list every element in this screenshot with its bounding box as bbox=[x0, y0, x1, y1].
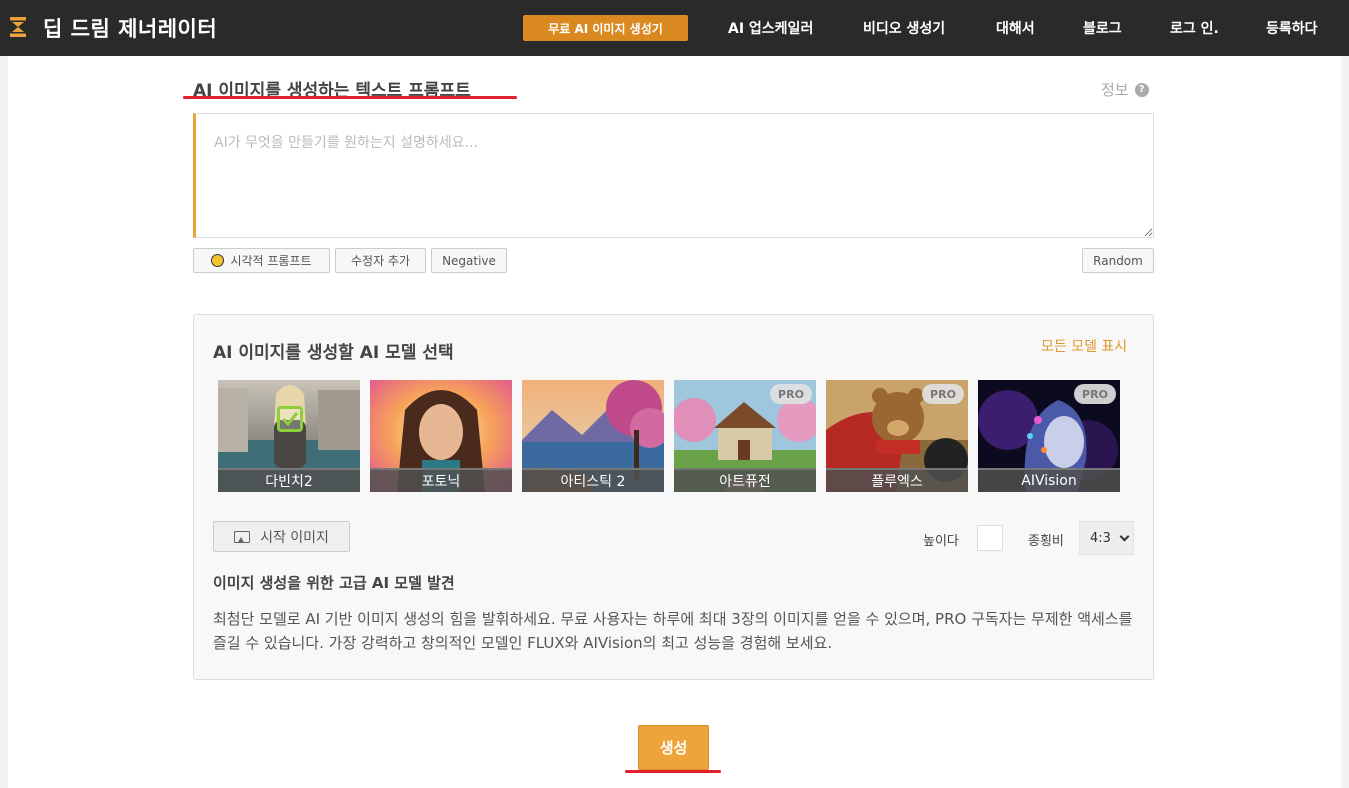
model-name: 플루엑스 bbox=[826, 468, 968, 492]
top-nav-bar: 딥 드림 제너레이터 무료 AI 이미지 생성기 AI 업스케일러 비디오 생성… bbox=[0, 0, 1349, 56]
generate-button[interactable]: 생성 bbox=[638, 725, 709, 770]
height-label: 높이다 bbox=[923, 534, 959, 549]
model-card-flux[interactable]: PRO 플루엑스 bbox=[826, 380, 968, 492]
model-card-davinci2[interactable]: 다빈치2 bbox=[218, 380, 360, 492]
model-card-artfusion[interactable]: PRO 아트퓨전 bbox=[674, 380, 816, 492]
random-prompt-button[interactable]: Random bbox=[1082, 248, 1154, 273]
model-name: AIVision bbox=[978, 468, 1120, 492]
model-name: 아트퓨전 bbox=[674, 468, 816, 492]
prompt-input[interactable] bbox=[193, 113, 1154, 238]
pro-badge: PRO bbox=[770, 384, 812, 404]
model-card-artistic2[interactable]: 아티스틱 2 bbox=[522, 380, 664, 492]
add-modifier-button[interactable]: 수정자 추가 bbox=[335, 248, 426, 273]
nav-video-generator[interactable]: 비디오 생성기 bbox=[863, 18, 945, 38]
image-icon bbox=[234, 530, 251, 543]
model-name: 다빈치2 bbox=[218, 468, 360, 492]
model-selection-title: AI 이미지를 생성할 AI 모델 선택 bbox=[213, 343, 454, 363]
nav-about[interactable]: 대해서 bbox=[996, 18, 1035, 38]
aspect-ratio-value: 4:3 bbox=[1090, 530, 1111, 546]
visual-prompt-button[interactable]: 시각적 프롬프트 bbox=[193, 248, 330, 273]
start-image-label: 시작 이미지 bbox=[260, 529, 329, 546]
pro-badge: PRO bbox=[1074, 384, 1116, 404]
info-label: 정보 bbox=[1101, 81, 1129, 99]
model-name: 포토닉 bbox=[370, 468, 512, 492]
advanced-models-description: 최첨단 모델로 AI 기반 이미지 생성의 힘을 발휘하세요. 무료 사용자는 … bbox=[213, 610, 1133, 652]
negative-prompt-button[interactable]: Negative bbox=[431, 248, 507, 273]
logo-icon[interactable] bbox=[10, 17, 26, 37]
button-underline-annotation bbox=[625, 770, 721, 773]
visual-prompt-label: 시각적 프롬프트 bbox=[230, 254, 312, 268]
question-circle-icon: ? bbox=[1134, 82, 1149, 97]
advanced-models-title: 이미지 생성을 위한 고급 AI 모델 발견 bbox=[213, 574, 455, 592]
nav-ai-upscaler[interactable]: AI 업스케일러 bbox=[728, 18, 813, 38]
brand-name[interactable]: 딥 드림 제너레이터 bbox=[43, 13, 217, 43]
model-card-aivision[interactable]: PRO AIVision bbox=[978, 380, 1120, 492]
start-image-button[interactable]: 시작 이미지 bbox=[213, 521, 350, 552]
free-ai-image-generator-button[interactable]: 무료 AI 이미지 생성기 bbox=[523, 15, 688, 41]
model-name: 아티스틱 2 bbox=[522, 468, 664, 492]
model-card-photonic[interactable]: 포토닉 bbox=[370, 380, 512, 492]
title-underline-annotation bbox=[183, 96, 517, 99]
nav-blog[interactable]: 블로그 bbox=[1083, 18, 1122, 38]
height-checkbox[interactable] bbox=[977, 525, 1003, 551]
pro-badge: PRO bbox=[922, 384, 964, 404]
show-all-models-link[interactable]: 모든 모델 표시 bbox=[1041, 336, 1127, 356]
lightbulb-icon bbox=[211, 254, 225, 267]
selected-check-icon bbox=[277, 406, 303, 432]
nav-login[interactable]: 로그 인. bbox=[1170, 18, 1219, 38]
nav-register[interactable]: 등록하다 bbox=[1266, 18, 1318, 38]
aspect-ratio-select[interactable]: 4:3 bbox=[1079, 521, 1134, 555]
chevron-down-icon bbox=[1119, 531, 1130, 541]
info-link[interactable]: 정보 ? bbox=[1101, 79, 1149, 100]
aspect-ratio-label: 종횡비 bbox=[1028, 534, 1064, 549]
